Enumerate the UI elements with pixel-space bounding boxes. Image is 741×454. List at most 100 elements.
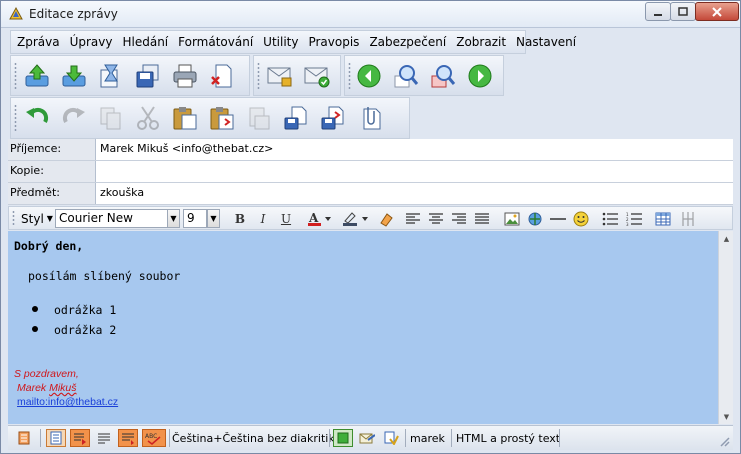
paste-quote-icon[interactable]	[206, 102, 238, 134]
plain-text-mode-icon[interactable]	[46, 429, 66, 447]
underline-button[interactable]: U	[277, 209, 295, 228]
encrypt-icon[interactable]	[301, 60, 333, 92]
sign-icon[interactable]	[357, 429, 377, 447]
status-separator	[329, 429, 330, 447]
forward-icon[interactable]	[464, 60, 496, 92]
attach-icon[interactable]	[354, 102, 386, 134]
minimize-button[interactable]	[645, 2, 671, 21]
form-icon[interactable]	[679, 209, 697, 228]
spellcheck-icon[interactable]: ABC	[142, 429, 166, 447]
paragraph-icon[interactable]	[118, 429, 138, 447]
toolbar-grip[interactable]	[14, 62, 17, 90]
spell-language[interactable]: Čeština+Čeština bez diakritiky	[172, 429, 341, 447]
paste-icon[interactable]	[169, 102, 201, 134]
align-right-icon[interactable]	[450, 209, 468, 228]
bullet-marker	[32, 326, 38, 332]
menu-zabezpeceni[interactable]: Zabezpečení	[367, 35, 448, 49]
signature-name: Marek Mikuš	[17, 382, 77, 394]
scroll-down-icon[interactable]: ▼	[719, 409, 734, 424]
menu-zprava[interactable]: Zpráva	[15, 35, 62, 49]
quote-format-icon[interactable]	[70, 429, 90, 447]
online-status-icon[interactable]	[333, 429, 353, 447]
send-now-icon[interactable]	[21, 60, 53, 92]
status-separator	[559, 429, 560, 447]
save-attachment-icon[interactable]	[280, 102, 312, 134]
smiley-icon[interactable]	[572, 209, 590, 228]
format-toolbar: Styl ▼ Courier New ▼ 9 ▼ B I U A 1 2 3	[8, 206, 733, 230]
chevron-down-icon: ▼	[46, 214, 53, 223]
toolbar-grip[interactable]	[257, 62, 260, 90]
find-icon[interactable]	[390, 60, 422, 92]
cc-row: Kopie:	[8, 161, 733, 183]
menu-formatovani[interactable]: Formátování	[176, 35, 255, 49]
menu-pravopis[interactable]: Pravopis	[306, 35, 361, 49]
scroll-up-icon[interactable]: ▲	[719, 231, 734, 246]
close-button[interactable]	[695, 2, 739, 21]
editor-scrollbar[interactable]: ▲ ▼	[718, 231, 733, 424]
save-draft-icon[interactable]	[132, 60, 164, 92]
cut-icon[interactable]	[132, 102, 164, 134]
table-icon[interactable]	[654, 209, 672, 228]
menu-upravy[interactable]: Úpravy	[68, 35, 115, 49]
svg-text:ABC: ABC	[145, 433, 157, 440]
signature-lock-icon[interactable]	[264, 60, 296, 92]
redo-icon[interactable]	[58, 102, 90, 134]
signature-email-link[interactable]: mailto:info@thebat.cz	[17, 396, 118, 408]
clear-format-icon[interactable]	[377, 209, 395, 228]
insert-image-icon[interactable]	[503, 209, 521, 228]
bold-button[interactable]: B	[231, 209, 249, 228]
toolbar-grip[interactable]	[12, 210, 15, 226]
toolbar-security	[253, 55, 341, 96]
paste-disabled-icon[interactable]	[243, 102, 275, 134]
discard-icon[interactable]	[206, 60, 238, 92]
wrap-icon[interactable]	[94, 429, 114, 447]
toolbar-grip[interactable]	[14, 104, 17, 132]
text-color-icon[interactable]: A	[305, 209, 333, 228]
title-bar: Editace zprávy	[1, 1, 740, 28]
numbered-list-icon[interactable]: 123	[625, 209, 643, 228]
menu-utility[interactable]: Utility	[261, 35, 300, 49]
copy-icon[interactable]	[95, 102, 127, 134]
highlight-icon[interactable]	[339, 209, 371, 228]
queue-icon[interactable]	[58, 60, 90, 92]
encrypt-status-icon[interactable]	[381, 429, 401, 447]
font-dropdown-arrow[interactable]: ▼	[167, 209, 180, 228]
back-icon[interactable]	[353, 60, 385, 92]
resize-grip-icon[interactable]	[718, 432, 730, 450]
account-name[interactable]: marek	[410, 429, 445, 447]
align-center-icon[interactable]	[427, 209, 445, 228]
recipient-label: Příjemce:	[8, 139, 96, 160]
horizontal-line-icon[interactable]	[549, 209, 567, 228]
message-body-editor[interactable]: Dobrý den, posílám slíbený soubor odrážk…	[8, 231, 718, 424]
align-left-icon[interactable]	[404, 209, 422, 228]
toolbar-navigation	[344, 55, 504, 96]
menu-nastaveni[interactable]: Nastavení	[514, 35, 578, 49]
bullet-item: odrážka 2	[54, 323, 117, 337]
print-icon[interactable]	[169, 60, 201, 92]
font-select[interactable]: Courier New	[55, 209, 168, 228]
toolbar-grip[interactable]	[348, 62, 351, 90]
message-format[interactable]: HTML a prostý text	[456, 429, 560, 447]
justify-icon[interactable]	[473, 209, 491, 228]
italic-button[interactable]: I	[254, 209, 272, 228]
message-status-icon[interactable]	[14, 429, 34, 447]
bullet-list-icon[interactable]	[601, 209, 619, 228]
size-dropdown-arrow[interactable]: ▼	[207, 209, 220, 228]
insert-link-icon[interactable]	[526, 209, 544, 228]
menu-zobrazit[interactable]: Zobrazit	[454, 35, 508, 49]
send-later-icon[interactable]	[95, 60, 127, 92]
find-replace-icon[interactable]	[427, 60, 459, 92]
menu-hledani[interactable]: Hledání	[120, 35, 170, 49]
insert-file-icon[interactable]	[317, 102, 349, 134]
status-separator	[40, 429, 41, 447]
signature-first-name: Marek	[17, 382, 50, 394]
undo-icon[interactable]	[21, 102, 53, 134]
maximize-button[interactable]	[670, 2, 696, 21]
the-bat-icon	[8, 6, 24, 22]
style-dropdown[interactable]: Styl ▼	[21, 209, 53, 228]
subject-field[interactable]: zkouška	[100, 186, 144, 199]
signature-last-name: Mikuš	[49, 382, 77, 394]
size-select[interactable]: 9	[183, 209, 207, 228]
recipient-row: Příjemce: Marek Mikuš <info@thebat.cz>	[8, 139, 733, 161]
recipient-field[interactable]: Marek Mikuš <info@thebat.cz>	[100, 142, 273, 155]
